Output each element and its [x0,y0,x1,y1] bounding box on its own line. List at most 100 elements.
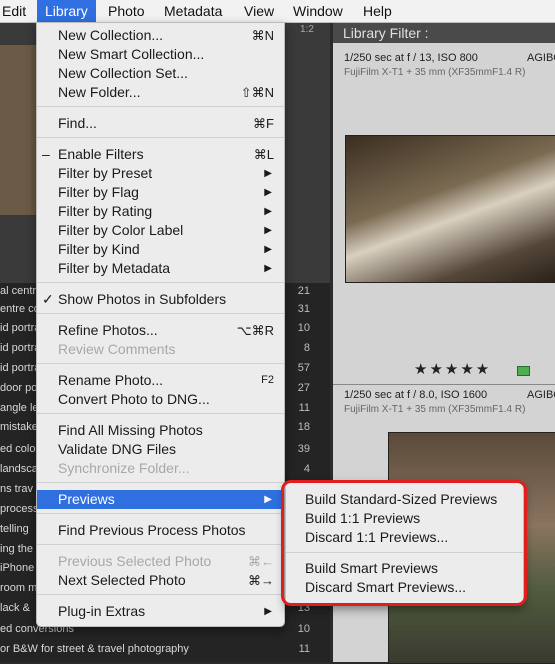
shortcut-label: ⌥⌘R [236,323,274,338]
collection-count: 39 [297,443,310,455]
menu-item-filter-by-flag[interactable]: Filter by Flag ▶ [37,183,284,202]
menu-item-next-selected-photo[interactable]: Next Selected Photo ⌘→ [37,571,284,590]
color-label-badge[interactable] [517,366,530,376]
collection-row[interactable]: or B&W for street & travel photography 11 [0,640,310,659]
collection-name: angle le [0,402,39,414]
menu-separator [37,513,284,514]
library-menu: New Collection... ⌘N New Smart Collection… [36,22,285,627]
cell1-exposure: 1/250 sec at f / 13, ISO 800 [344,52,478,64]
grid-divider [333,384,555,385]
menu-item-convert-photo-to-dng[interactable]: Convert Photo to DNG... [37,390,284,409]
menu-item-label: Enable Filters [58,146,144,162]
submenu-arrow-icon: ▶ [264,225,272,236]
menu-item-filter-by-metadata[interactable]: Filter by Metadata ▶ [37,259,284,278]
menu-window[interactable]: Window [285,0,351,22]
shortcut-label: ⌘N [251,28,274,43]
collection-count: 8 [303,342,310,354]
collection-name: ns trav [0,483,34,495]
menu-separator [37,594,284,595]
collection-name: landsca [0,463,38,475]
menu-item-previous-selected-photo[interactable]: Previous Selected Photo ⌘← [37,552,284,571]
menu-item-review-comments[interactable]: Review Comments [37,340,284,359]
menu-item-new-folder[interactable]: New Folder... ⇧⌘N [37,83,284,102]
menu-item-find-all-missing-photos[interactable]: Find All Missing Photos [37,421,284,440]
menu-item-refine-photos[interactable]: Refine Photos... ⌥⌘R [37,321,284,340]
menu-view[interactable]: View [236,0,282,22]
menu-separator [37,482,284,483]
menu-item-validate-dng-files[interactable]: Validate DNG Files [37,440,284,459]
menu-item-rename-photo[interactable]: Rename Photo... F2 [37,371,284,390]
menu-item-new-collection[interactable]: New Collection... ⌘N [37,26,284,45]
menu-item-label: Next Selected Photo [58,572,186,588]
shortcut-label: ⌘F [253,116,274,131]
collection-count: 11 [298,643,310,655]
collection-name: iPhone [0,562,35,574]
cell1-camera: FujiFilm X-T1 + 35 mm (XF35mmF1.4 R) [344,67,526,78]
menu-item-label: Convert Photo to DNG... [58,391,210,407]
menu-photo[interactable]: Photo [100,0,153,22]
collection-count: 27 [297,382,310,394]
rating-stars[interactable]: ★★★★★ [414,360,491,378]
menu-separator [37,282,284,283]
menu-item-filter-by-rating[interactable]: Filter by Rating ▶ [37,202,284,221]
menu-item-label: Plug-in Extras [58,603,146,619]
shortcut-label: ⌘→ [248,573,274,588]
menu-item-label: Filter by Kind [58,241,140,257]
menu-separator [37,106,284,107]
menu-separator [37,413,284,414]
menu-item-synchronize-folder[interactable]: Synchronize Folder... [37,459,284,478]
checkmark-icon: ✓ [42,291,54,307]
submenu-arrow-icon: ▶ [264,263,272,274]
menu-item-label: Previews [58,491,115,507]
annotation-highlight-box [281,480,527,606]
menu-item-label: Filter by Metadata [58,260,171,276]
submenu-arrow-icon: ▶ [264,494,272,505]
menu-edit[interactable]: Edit [0,0,34,22]
menu-item-label: Refine Photos... [58,322,158,338]
menu-item-previews[interactable]: Previews ▶ [37,490,284,509]
menu-metadata[interactable]: Metadata [156,0,230,22]
menu-item-enable-filters[interactable]: – Enable Filters ⌘L [37,145,284,164]
menu-item-new-collection-set[interactable]: New Collection Set... [37,64,284,83]
menu-item-label: Filter by Flag [58,184,139,200]
collection-name: telling [0,523,29,535]
cell2-brand: AGIBO [527,389,555,401]
collection-name: lack & [0,602,30,614]
menu-item-filter-by-preset[interactable]: Filter by Preset ▶ [37,164,284,183]
menu-separator [37,363,284,364]
menu-library[interactable]: Library [37,0,96,22]
submenu-arrow-icon: ▶ [264,168,272,179]
menu-help[interactable]: Help [355,0,400,22]
menu-item-show-photos-in-subfolders[interactable]: ✓ Show Photos in Subfolders [37,290,284,309]
menu-item-plug-in-extras[interactable]: Plug-in Extras ▶ [37,602,284,621]
dash-mark-icon: – [42,146,50,162]
library-filter-bar[interactable]: Library Filter : [333,23,555,43]
menu-item-label: Find Previous Process Photos [58,522,246,538]
menu-separator [37,313,284,314]
menu-item-label: New Collection... [58,27,164,43]
zoom-ratio[interactable]: 1:2 [300,24,314,35]
collection-name: mistake [0,421,38,433]
collection-name: or B&W for street & travel photography [0,643,189,655]
cell2-exposure: 1/250 sec at f / 8.0, ISO 1600 [344,389,488,401]
menu-item-label: Show Photos in Subfolders [58,291,227,307]
shortcut-label: ⌘← [248,554,274,569]
menu-item-filter-by-kind[interactable]: Filter by Kind ▶ [37,240,284,259]
menu-item-label: Review Comments [58,341,176,357]
submenu-arrow-icon: ▶ [264,244,272,255]
collection-count: 21 [297,285,310,297]
menu-item-new-smart-collection[interactable]: New Smart Collection... [37,45,284,64]
menu-item-label: Rename Photo... [58,372,164,388]
menu-item-label: Filter by Rating [58,203,153,219]
collection-count: 57 [297,362,310,374]
menu-item-find[interactable]: Find... ⌘F [37,114,284,133]
photo-thumbnail[interactable] [345,135,555,283]
menu-item-find-previous-process-photos[interactable]: Find Previous Process Photos [37,521,284,540]
menu-item-label: Filter by Color Label [58,222,184,238]
collection-count: 18 [297,421,310,433]
shortcut-label: ⇧⌘N [240,85,274,100]
menu-item-label: Validate DNG Files [58,441,177,457]
menu-item-label: New Smart Collection... [58,46,205,62]
shortcut-label: ⌘L [253,147,274,162]
menu-item-filter-by-color-label[interactable]: Filter by Color Label ▶ [37,221,284,240]
